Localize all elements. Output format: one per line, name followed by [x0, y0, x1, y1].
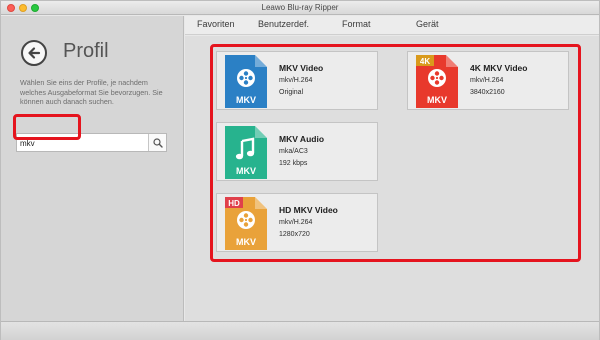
- search-button[interactable]: [148, 134, 166, 151]
- tab-favoriten[interactable]: Favoriten: [197, 19, 235, 29]
- 4k-mkv-video-file-icon: 4K MKV: [416, 55, 458, 108]
- profile-name: 4K MKV Video: [470, 63, 528, 73]
- profile-name: HD MKV Video: [279, 205, 338, 215]
- 4k-badge: 4K: [420, 57, 430, 66]
- file-type-label: MKV: [236, 237, 256, 247]
- file-type-label: MKV: [236, 166, 256, 176]
- format-tabs: Favoriten Benutzerdef. Format Gerät: [185, 16, 599, 35]
- window-title: Leawo Blu-ray Ripper: [261, 3, 339, 12]
- tab-format[interactable]: Format: [342, 19, 371, 29]
- mkv-video-file-icon: MKV: [225, 55, 267, 108]
- search-icon: [152, 137, 163, 148]
- profile-detail: 1280x720: [279, 231, 310, 238]
- arrow-left-icon: [28, 47, 41, 59]
- profile-sidebar: Profil Wählen Sie eins der Profile, je n…: [1, 16, 184, 321]
- tab-benutzerdef[interactable]: Benutzerdef.: [258, 19, 309, 29]
- file-type-label: MKV: [427, 95, 447, 105]
- profile-card-mkv-audio[interactable]: MKV MKV Audio mka/AC3 192 kbps: [216, 122, 378, 181]
- hd-mkv-video-file-icon: HD MKV: [225, 197, 267, 250]
- profile-detail: 3840x2160: [470, 89, 505, 96]
- search-box: [16, 133, 167, 152]
- mkv-audio-file-icon: MKV: [225, 126, 267, 179]
- hd-badge: HD: [228, 199, 240, 208]
- profile-codec: mkv/H.264: [279, 77, 313, 84]
- status-bar: [1, 321, 599, 340]
- profile-detail: Original: [279, 89, 304, 96]
- page-title: Profil: [63, 40, 109, 62]
- profile-codec: mka/AC3: [279, 148, 308, 155]
- profile-card-mkv-video[interactable]: MKV MKV Video mkv/H.264 Original: [216, 51, 378, 110]
- profile-card-hd-mkv-video[interactable]: HD MKV HD MKV Video mkv/H.264 1280x720: [216, 193, 378, 252]
- profile-codec: mkv/H.264: [470, 77, 504, 84]
- app-window: Leawo Blu-ray Ripper Profil Wählen Sie e…: [0, 0, 600, 340]
- profile-detail: 192 kbps: [279, 160, 308, 167]
- profile-description: Wählen Sie eins der Profile, je nachdem …: [20, 78, 163, 107]
- file-type-label: MKV: [236, 95, 256, 105]
- search-input[interactable]: [20, 136, 145, 150]
- profile-codec: mkv/H.264: [279, 219, 313, 226]
- title-bar: Leawo Blu-ray Ripper: [1, 1, 599, 15]
- profile-name: MKV Video: [279, 63, 324, 73]
- back-button[interactable]: [21, 40, 47, 66]
- tab-geraet[interactable]: Gerät: [416, 19, 439, 29]
- profile-name: MKV Audio: [279, 134, 325, 144]
- profile-card-4k-mkv-video[interactable]: 4K MKV 4K MKV Video mkv/H.264 3840x2160: [407, 51, 569, 110]
